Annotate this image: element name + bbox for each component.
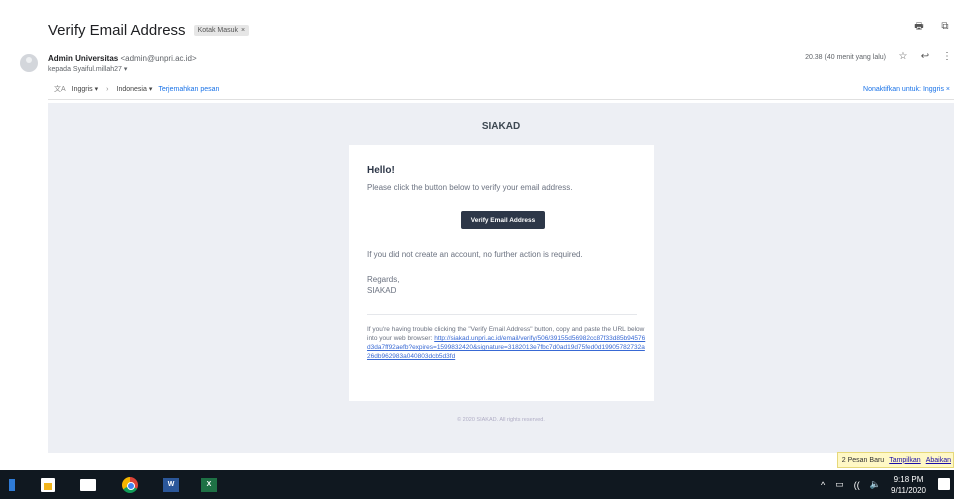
word-icon: W	[163, 477, 179, 492]
start-edge-icon	[9, 478, 15, 491]
battery-icon[interactable]: ▭	[835, 479, 844, 490]
sender-avatar	[20, 54, 38, 72]
notification-text: 2 Pesan Baru	[841, 456, 885, 464]
verify-email-button[interactable]: Verify Email Address	[461, 211, 545, 229]
system-tray: ^ ▭ (( 🔈 9:18 PM 9/11/2020	[821, 470, 926, 499]
message-meta: 20.38 (40 menit yang lalu) ☆ ↩ ⋮	[805, 52, 952, 62]
clock[interactable]: 9:18 PM 9/11/2020	[891, 474, 926, 496]
popout-icon[interactable]: ⧉	[940, 22, 950, 32]
more-options-icon[interactable]: ⋮	[942, 52, 952, 62]
top-icons: 🖶 ⧉	[914, 22, 950, 32]
message-time: 20.38 (40 menit yang lalu)	[805, 53, 886, 61]
subject-row: Verify Email Address Kotak Masuk ×	[48, 20, 250, 40]
label-chip-inbox[interactable]: Kotak Masuk ×	[193, 24, 250, 36]
reply-icon[interactable]: ↩	[920, 52, 930, 62]
no-action-text: If you did not create an account, no fur…	[367, 250, 583, 259]
trouble-text: If you're having trouble clicking the "V…	[367, 325, 647, 361]
recipient-dropdown-icon[interactable]: ▾	[124, 66, 128, 73]
taskbar-word[interactable]: W	[159, 470, 183, 499]
to-language-dropdown-icon: ▾	[148, 86, 153, 93]
recipient-line[interactable]: kepada Syaiful.millah27 ▾	[48, 65, 127, 73]
volume-icon[interactable]: 🔈	[870, 479, 881, 490]
message-card: Hello! Please click the button below to …	[349, 145, 654, 401]
regards-line: Regards,	[367, 275, 400, 284]
header-divider	[48, 99, 954, 100]
sender-line: Admin Universitas <admin@unpri.ac.id>	[48, 54, 197, 63]
print-icon[interactable]: 🖶	[914, 22, 924, 32]
label-chip-text: Kotak Masuk	[197, 26, 239, 34]
email-body: SIAKAD Hello! Please click the button be…	[48, 103, 954, 453]
star-icon[interactable]: ☆	[898, 52, 908, 62]
translate-icon: 文A	[54, 86, 66, 93]
action-center-icon[interactable]	[938, 478, 950, 490]
excel-icon: X	[201, 477, 217, 492]
chrome-icon	[122, 476, 138, 493]
greeting: Hello!	[367, 165, 395, 176]
sender-email: <admin@unpri.ac.id>	[120, 54, 197, 63]
clock-date: 9/11/2020	[891, 485, 926, 495]
taskbar: W X ^ ▭ (( 🔈 9:18 PM 9/11/2020	[0, 470, 954, 499]
email-footer: © 2020 SIAKAD. All rights reserved.	[457, 417, 545, 423]
intro-text: Please click the button below to verify …	[367, 183, 573, 192]
taskbar-chrome[interactable]	[118, 470, 142, 499]
disable-translate-label: Nonaktifkan untuk: Inggris	[863, 85, 944, 93]
new-message-notification: 2 Pesan Baru Tampilkan Abaikan	[836, 452, 954, 468]
brand-header: SIAKAD	[481, 121, 521, 132]
mail-icon	[80, 478, 96, 491]
label-chip-close-icon[interactable]: ×	[241, 27, 245, 34]
card-divider	[367, 314, 637, 315]
wifi-icon[interactable]: ((	[854, 480, 860, 490]
ignore-link[interactable]: Abaikan	[926, 457, 951, 464]
from-language-dropdown-icon: ▾	[94, 86, 99, 93]
start-edge[interactable]	[0, 470, 24, 499]
taskbar-excel[interactable]: X	[197, 470, 221, 499]
translate-message-link[interactable]: Terjemahkan pesan	[158, 86, 219, 93]
disable-translate-link[interactable]: Nonaktifkan untuk: Inggris ×	[863, 86, 950, 93]
email-subject: Verify Email Address	[48, 21, 186, 39]
taskbar-store[interactable]	[36, 470, 60, 499]
taskbar-mail[interactable]	[76, 470, 100, 499]
store-icon	[41, 477, 55, 492]
from-language-label: Inggris	[71, 86, 93, 93]
translate-bar: 文A Inggris ▾ › Indonesia ▾ Terjemahkan p…	[48, 83, 954, 95]
show-messages-link[interactable]: Tampilkan	[889, 457, 921, 464]
signature-line: SIAKAD	[367, 286, 397, 295]
tray-caret-icon[interactable]: ^	[821, 480, 825, 490]
from-language-select[interactable]: Inggris ▾	[72, 85, 98, 93]
to-language-select[interactable]: Indonesia ▾	[117, 85, 153, 93]
recipient-text: kepada Syaiful.millah27	[48, 66, 122, 73]
clock-time: 9:18 PM	[893, 474, 924, 484]
close-translate-icon[interactable]: ×	[946, 86, 950, 93]
regards-block: Regards, SIAKAD	[367, 274, 399, 296]
language-arrow-icon: ›	[106, 85, 109, 93]
top-bar	[0, 0, 954, 6]
sender-name: Admin Universitas	[48, 54, 119, 63]
to-language-label: Indonesia	[116, 86, 147, 93]
